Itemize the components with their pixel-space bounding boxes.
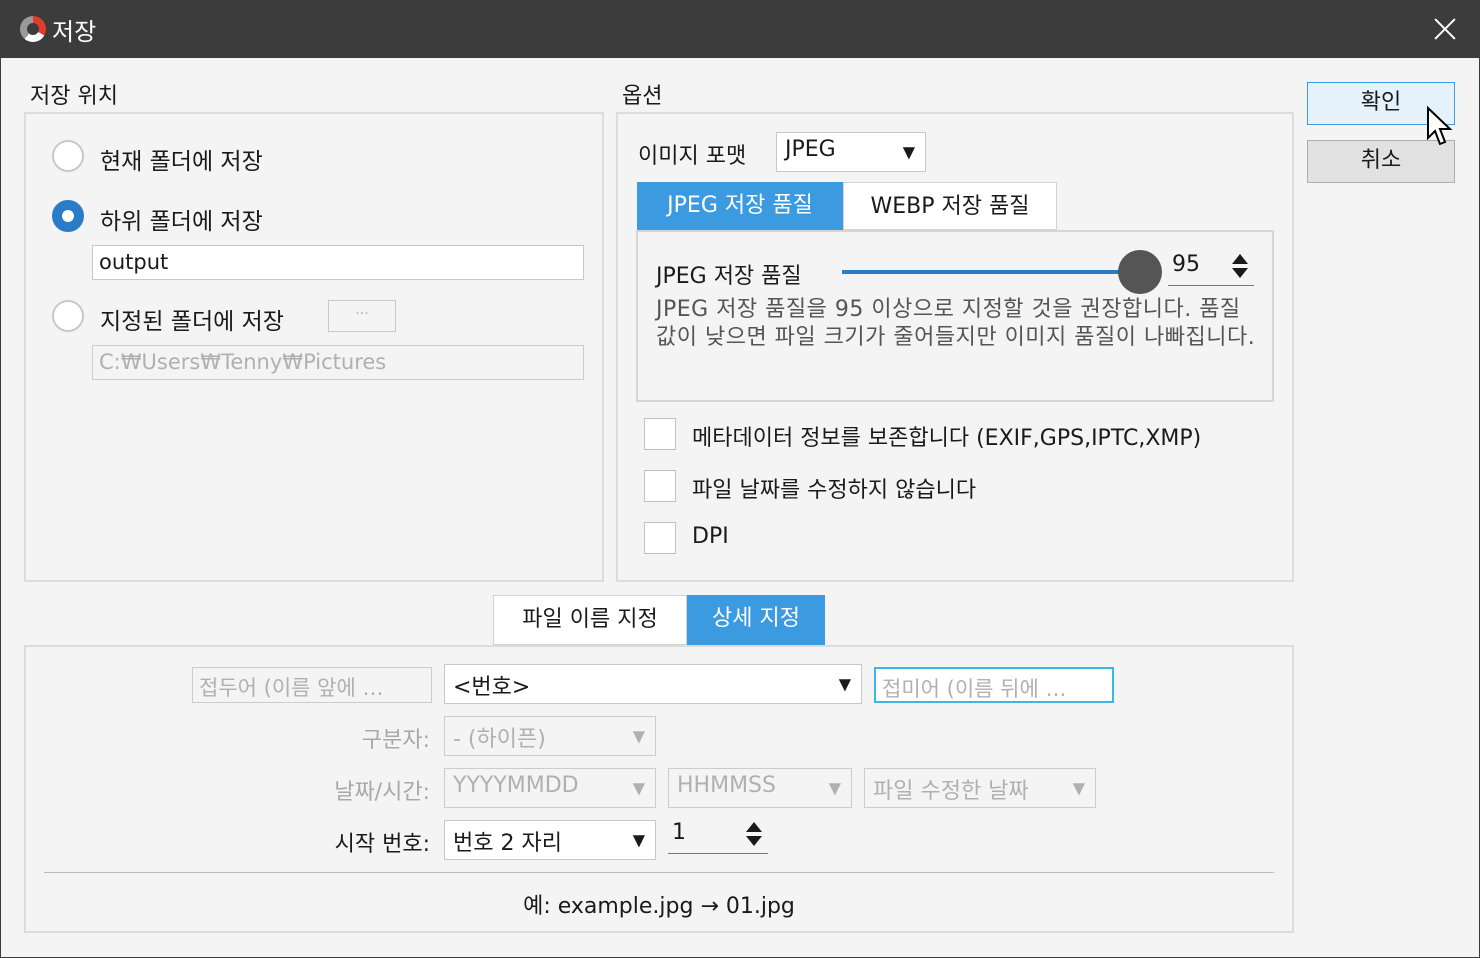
options-group-label: 옵션 <box>622 84 663 109</box>
quality-slider-fill <box>842 270 1140 274</box>
close-icon[interactable] <box>1424 9 1466 49</box>
suffix-input[interactable]: 접미어 (이름 뒤에 … <box>874 667 1114 703</box>
spin-up-icon[interactable] <box>1232 254 1248 264</box>
prefix-input[interactable]: 접두어 (이름 앞에 … <box>192 667 432 703</box>
chevron-down-icon: ▼ <box>828 778 841 798</box>
tab-filename[interactable]: 파일 이름 지정 <box>493 595 687 645</box>
separator-select[interactable]: - (하이픈) ▼ <box>444 716 656 756</box>
quality-spinbox[interactable]: 95 <box>1168 252 1254 286</box>
browse-button[interactable]: ··· <box>328 300 396 332</box>
format-label: 이미지 포맷 <box>638 144 747 169</box>
spin-up-icon[interactable] <box>746 822 762 832</box>
spin-down-icon[interactable] <box>1232 268 1248 278</box>
date-source-value: 파일 수정한 날짜 <box>873 779 1029 804</box>
checkbox-dpi[interactable] <box>644 522 676 554</box>
start-number-spinbox[interactable]: 1 <box>668 820 768 854</box>
tab-detail[interactable]: 상세 지정 <box>687 595 825 645</box>
subfolder-input[interactable]: output <box>92 245 584 280</box>
radio-subfolder-label: 하위 폴더에 저장 <box>100 209 263 235</box>
digits-value: 번호 2 자리 <box>453 831 562 856</box>
radio-subfolder[interactable] <box>52 200 84 232</box>
radio-specified-folder[interactable] <box>52 300 84 332</box>
app-logo-icon <box>20 16 46 42</box>
number-select-value: <번호> <box>453 675 531 700</box>
digits-select[interactable]: 번호 2 자리 ▼ <box>444 820 656 860</box>
quality-value: 95 <box>1172 252 1200 277</box>
chevron-down-icon: ▼ <box>1072 778 1085 798</box>
tab-webp-quality[interactable]: WEBP 저장 품질 <box>843 182 1057 230</box>
checkbox-keep-date-label: 파일 날짜를 수정하지 않습니다 <box>692 478 977 503</box>
tab-jpeg-quality[interactable]: JPEG 저장 품질 <box>637 182 843 230</box>
path-input[interactable]: C:₩Users₩Tenny₩Pictures <box>92 345 584 380</box>
time-format-value: HHMMSS <box>677 773 776 798</box>
checkbox-keep-date[interactable] <box>644 470 676 502</box>
mouse-cursor-icon <box>1427 106 1453 146</box>
window-title: 저장 <box>52 18 97 46</box>
quality-label: JPEG 저장 품질 <box>656 264 802 289</box>
date-format-select[interactable]: YYYYMMDD ▼ <box>444 768 656 808</box>
date-source-select[interactable]: 파일 수정한 날짜 ▼ <box>864 768 1096 808</box>
radio-current-folder[interactable] <box>52 140 84 172</box>
chevron-down-icon: ▼ <box>838 674 851 694</box>
naming-divider <box>44 872 1274 873</box>
chevron-down-icon: ▼ <box>632 778 645 798</box>
start-number-label: 시작 번호: <box>334 832 430 857</box>
format-select[interactable]: JPEG ▼ <box>776 132 926 172</box>
radio-specified-folder-label: 지정된 폴더에 저장 <box>100 309 284 335</box>
start-number-value: 1 <box>672 820 686 845</box>
datetime-label: 날짜/시간: <box>334 780 430 805</box>
naming-example: 예: example.jpg → 01.jpg <box>523 894 795 919</box>
chevron-down-icon: ▼ <box>632 726 645 746</box>
date-format-value: YYYYMMDD <box>453 773 579 798</box>
quality-slider-thumb[interactable] <box>1118 250 1162 294</box>
checkbox-dpi-label: DPI <box>692 524 729 549</box>
separator-label: 구분자: <box>361 728 430 753</box>
format-value: JPEG <box>785 137 836 162</box>
location-group-label: 저장 위치 <box>30 84 118 109</box>
chevron-down-icon: ▼ <box>632 830 645 850</box>
time-format-select[interactable]: HHMMSS ▼ <box>668 768 852 808</box>
quality-description: JPEG 저장 품질을 95 이상으로 지정할 것을 권장합니다. 품질 값이 … <box>656 297 1256 350</box>
chevron-down-icon: ▼ <box>902 142 915 162</box>
separator-value: - (하이픈) <box>453 727 546 752</box>
checkbox-metadata[interactable] <box>644 418 676 450</box>
number-select[interactable]: <번호> ▼ <box>444 664 862 704</box>
radio-current-folder-label: 현재 폴더에 저장 <box>100 149 263 175</box>
checkbox-metadata-label: 메타데이터 정보를 보존합니다 (EXIF,GPS,IPTC,XMP) <box>692 426 1202 451</box>
spin-down-icon[interactable] <box>746 836 762 846</box>
title-bar <box>0 0 1480 58</box>
